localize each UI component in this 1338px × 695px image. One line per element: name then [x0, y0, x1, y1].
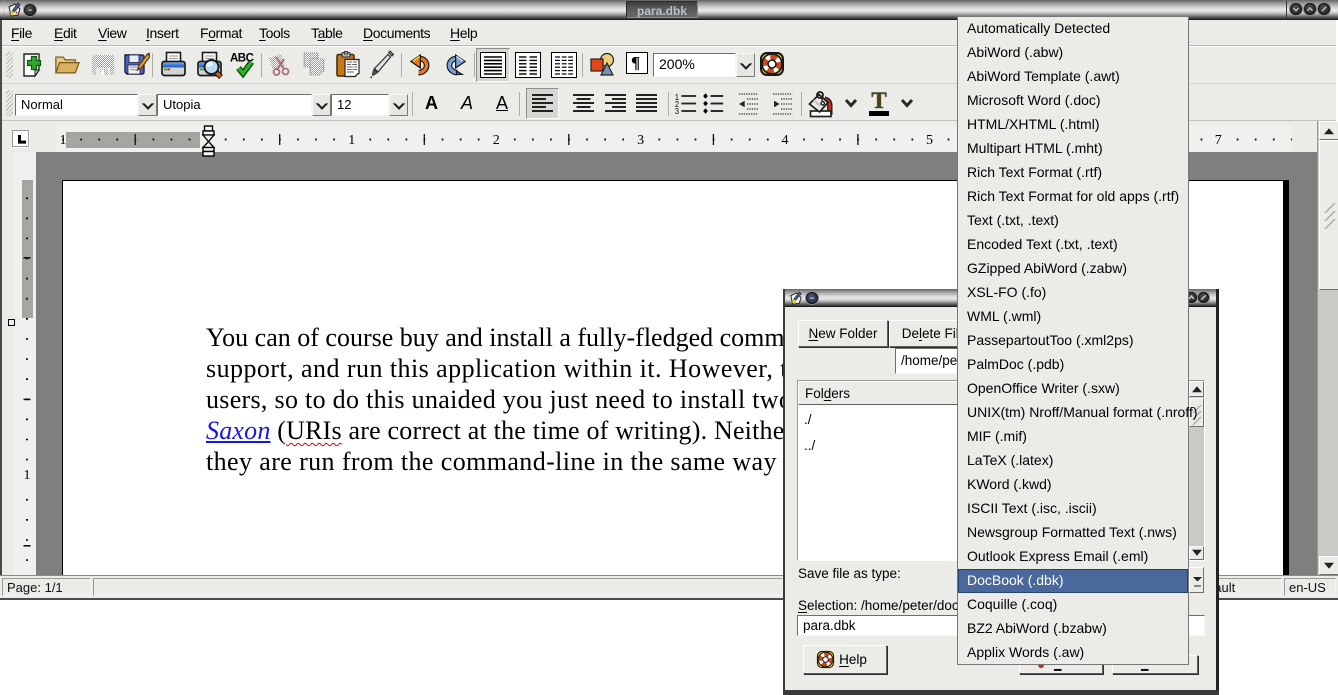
- svg-text:1: 1: [24, 468, 31, 483]
- svg-text:3: 3: [637, 133, 644, 148]
- svg-text:7: 7: [1215, 133, 1222, 148]
- svg-text:3: 3: [675, 107, 679, 115]
- svg-text:4: 4: [782, 133, 789, 148]
- svg-text:1: 1: [60, 133, 67, 148]
- svg-text:5: 5: [926, 133, 933, 148]
- svg-text:2: 2: [493, 133, 500, 148]
- svg-text:1: 1: [348, 133, 355, 148]
